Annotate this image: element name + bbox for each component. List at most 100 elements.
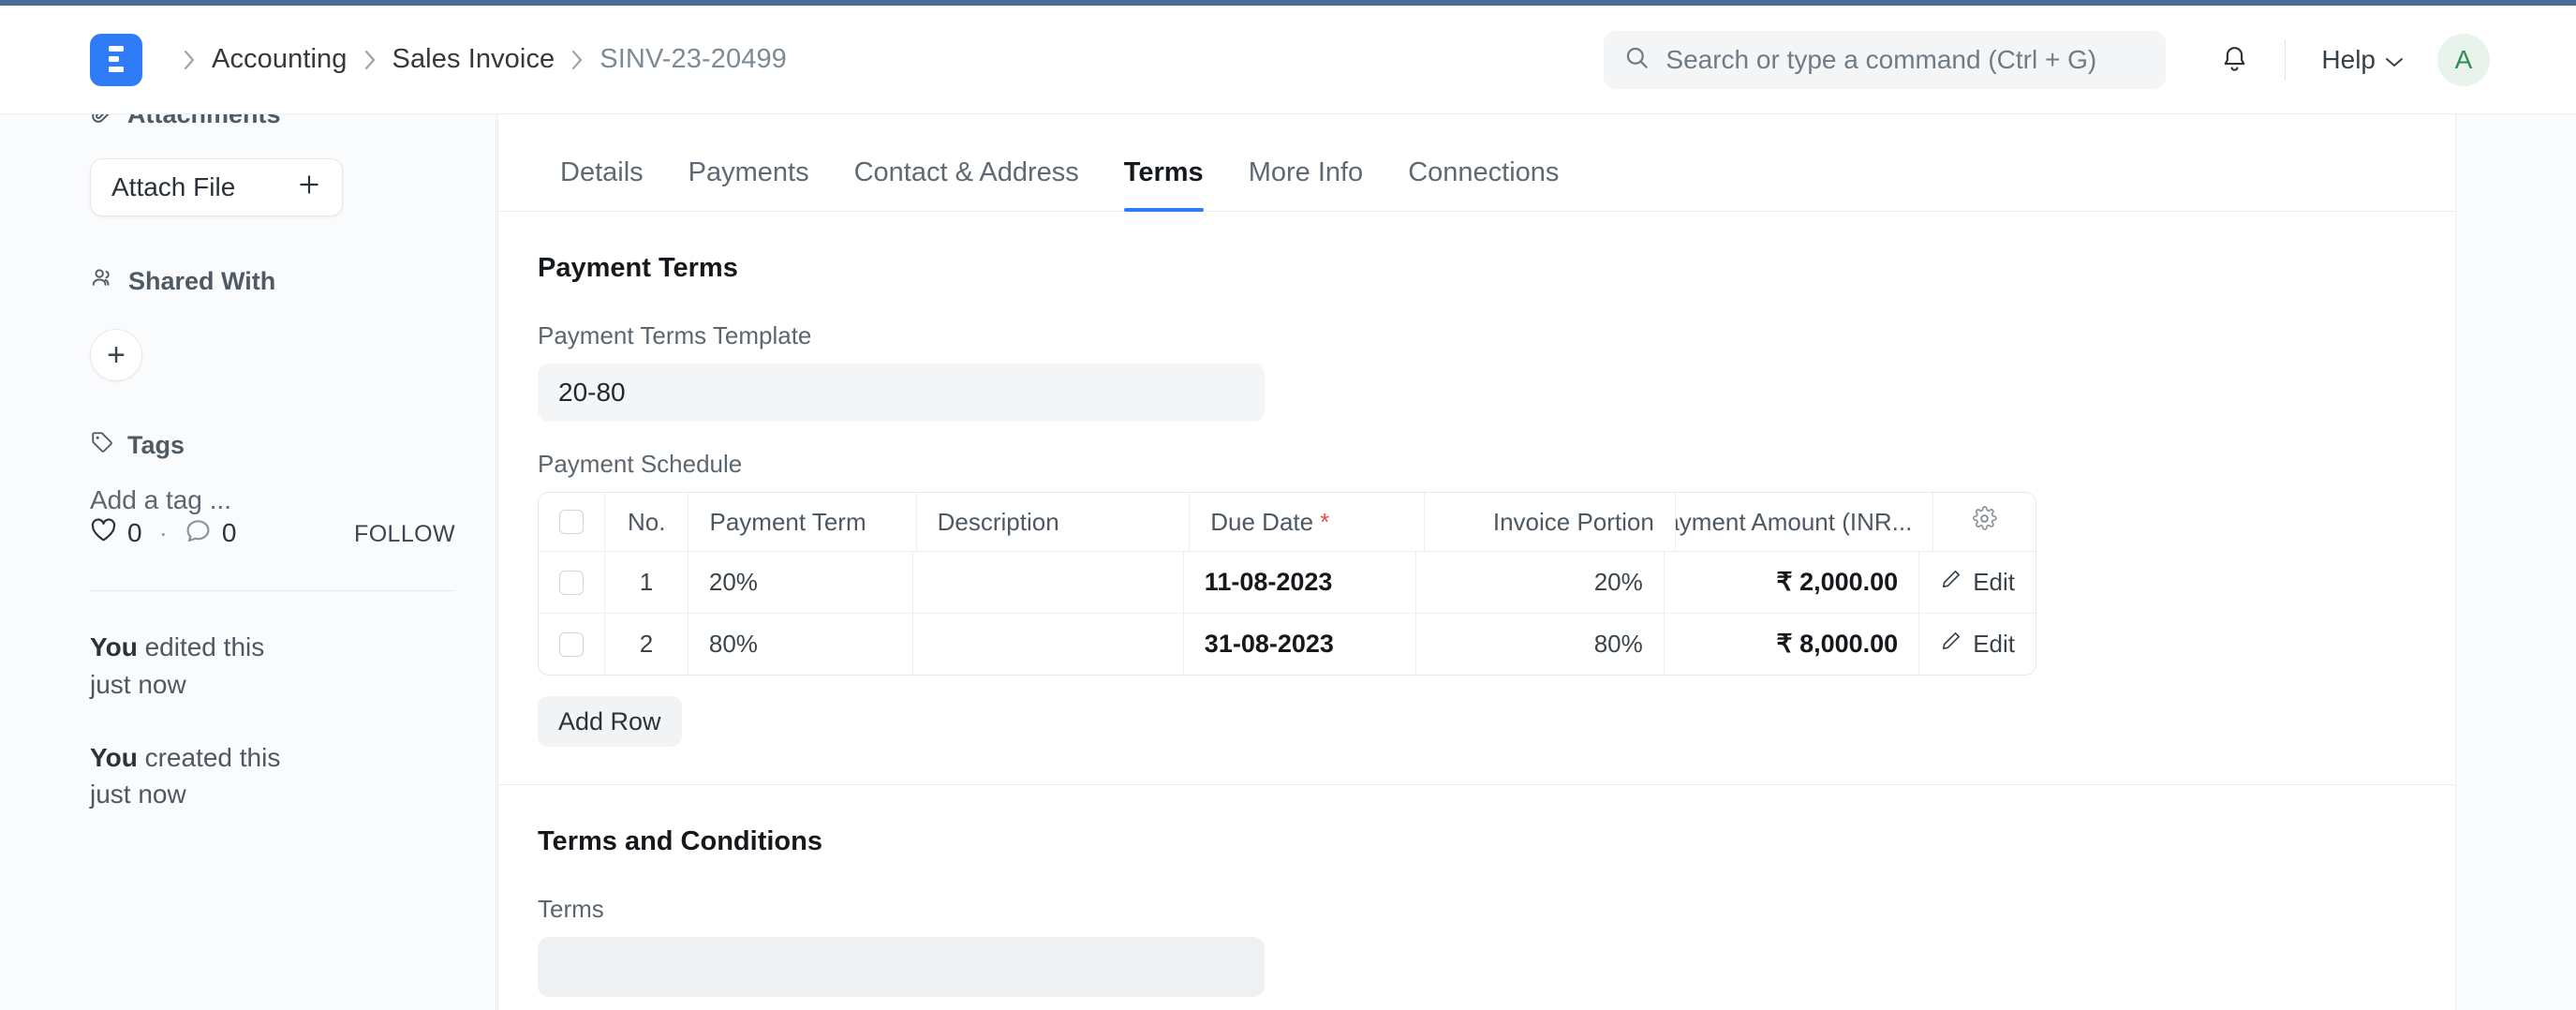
- grid-settings-button[interactable]: [1933, 493, 2036, 551]
- sidebar-section-attachments: Attachments: [90, 114, 406, 130]
- attach-file-label: Attach File: [111, 172, 235, 202]
- add-shared-user-button[interactable]: +: [90, 329, 142, 381]
- tab-connections[interactable]: Connections: [1385, 157, 1581, 211]
- grid-header-row: No. Payment Term Description Due Date * …: [539, 493, 2036, 551]
- sidebar-label-attachments: Attachments: [127, 114, 281, 129]
- pencil-icon: [1940, 630, 1962, 659]
- cell-payment-amount[interactable]: ₹ 2,000.00: [1665, 552, 1919, 613]
- reaction-bar: 0 · 0 FOLLOW: [90, 517, 455, 549]
- required-asterisk-icon: *: [1320, 508, 1329, 537]
- tab-contact-address[interactable]: Contact & Address: [832, 157, 1102, 211]
- label-payment-schedule: Payment Schedule: [538, 450, 2416, 479]
- main-content: Details Payments Contact & Address Terms…: [497, 114, 2576, 1010]
- help-menu[interactable]: Help: [2321, 45, 2404, 75]
- cell-payment-term[interactable]: 80%: [688, 614, 914, 675]
- reaction-separator: ·: [159, 518, 168, 548]
- checkbox-icon[interactable]: [559, 510, 584, 534]
- row-edit-button[interactable]: Edit: [1919, 614, 2036, 675]
- tab-more-info[interactable]: More Info: [1226, 157, 1386, 211]
- search-placeholder: Search or type a command (Ctrl + G): [1666, 45, 2096, 75]
- payment-schedule-grid: No. Payment Term Description Due Date * …: [538, 492, 2036, 676]
- comment-count: 0: [222, 518, 237, 548]
- search-icon: [1624, 45, 1650, 75]
- column-header-invoice-portion: Invoice Portion: [1425, 493, 1675, 551]
- activity-action: created this: [145, 743, 281, 772]
- row-checkbox-cell[interactable]: [539, 614, 605, 675]
- cell-payment-term[interactable]: 20%: [688, 552, 914, 613]
- cell-payment-amount[interactable]: ₹ 8,000.00: [1665, 614, 1919, 675]
- plus-icon: [297, 172, 321, 203]
- table-row[interactable]: 1 20% 11-08-2023 20% ₹ 2,000.00 Edit: [539, 551, 2036, 613]
- add-row-button[interactable]: Add Row: [538, 696, 682, 747]
- chevron-right-icon: [570, 50, 584, 70]
- select-all-cell[interactable]: [539, 493, 605, 551]
- activity-time: just now: [90, 780, 186, 809]
- chevron-right-icon: [183, 50, 196, 70]
- tab-payments[interactable]: Payments: [666, 157, 832, 211]
- payment-terms-template-input[interactable]: 20-80: [538, 364, 1265, 422]
- document-card: Details Payments Contact & Address Terms…: [497, 114, 2456, 1010]
- table-row[interactable]: 2 80% 31-08-2023 80% ₹ 8,000.00 Edit: [539, 613, 2036, 675]
- tab-terms[interactable]: Terms: [1102, 157, 1226, 211]
- gear-icon: [1972, 506, 1997, 538]
- plus-icon: +: [107, 339, 126, 371]
- activity-actor: You: [90, 632, 138, 661]
- payment-terms-template-value: 20-80: [558, 378, 626, 408]
- cell-description[interactable]: [913, 552, 1183, 613]
- users-icon: [90, 265, 115, 297]
- activity-item-edited: You edited this just now: [90, 629, 455, 704]
- column-header-payment-amount: Payment Amount (INR...: [1676, 493, 1933, 551]
- sidebar-meta: 0 · 0 FOLLOW You edited this just now Yo…: [90, 517, 455, 813]
- cell-description[interactable]: [913, 614, 1183, 675]
- sidebar-section-tags: Tags: [90, 430, 406, 461]
- attach-file-button[interactable]: Attach File: [90, 158, 343, 216]
- section-terms-and-conditions: Terms and Conditions Terms: [498, 785, 2455, 1010]
- row-edit-button[interactable]: Edit: [1919, 552, 2036, 613]
- heart-icon[interactable]: [90, 517, 117, 549]
- cell-due-date[interactable]: 31-08-2023: [1184, 614, 1417, 675]
- cell-invoice-portion[interactable]: 80%: [1416, 614, 1664, 675]
- activity-action: edited this: [145, 632, 265, 661]
- navbar: Accounting Sales Invoice SINV-23-20499 S…: [0, 6, 2576, 114]
- sidebar-divider: [90, 590, 455, 591]
- activity-item-created: You created this just now: [90, 739, 455, 814]
- cell-invoice-portion[interactable]: 20%: [1416, 552, 1664, 613]
- cell-no: 1: [605, 552, 688, 613]
- section-title-terms-and-conditions: Terms and Conditions: [538, 826, 2416, 857]
- activity-time: just now: [90, 670, 186, 699]
- cell-due-date[interactable]: 11-08-2023: [1184, 552, 1417, 613]
- navbar-right: Search or type a command (Ctrl + G) Help…: [1604, 6, 2490, 114]
- avatar-initial: A: [2455, 45, 2473, 75]
- pencil-icon: [1940, 568, 1962, 597]
- add-tag-input[interactable]: Add a tag ...: [90, 485, 406, 515]
- avatar[interactable]: A: [2437, 34, 2490, 86]
- search-input[interactable]: Search or type a command (Ctrl + G): [1604, 31, 2166, 89]
- breadcrumb-sales-invoice[interactable]: Sales Invoice: [392, 44, 555, 75]
- erpnext-logo-icon[interactable]: [90, 34, 142, 86]
- row-checkbox-cell[interactable]: [539, 552, 605, 613]
- navbar-divider: [2285, 39, 2286, 81]
- column-header-due-date-label: Due Date: [1210, 508, 1313, 537]
- label-terms: Terms: [538, 895, 2416, 924]
- tab-details[interactable]: Details: [538, 157, 666, 211]
- checkbox-icon[interactable]: [559, 632, 584, 657]
- follow-button[interactable]: FOLLOW: [354, 521, 455, 548]
- navbar-left: Accounting Sales Invoice SINV-23-20499: [0, 34, 787, 86]
- tab-bar: Details Payments Contact & Address Terms…: [498, 114, 2455, 212]
- column-header-payment-term: Payment Term: [688, 493, 916, 551]
- section-payment-terms: Payment Terms Payment Terms Template 20-…: [498, 212, 2455, 785]
- comment-icon[interactable]: [185, 517, 212, 549]
- sidebar: Attachments Attach File Shared With + Ta…: [0, 114, 496, 1010]
- breadcrumb-accounting[interactable]: Accounting: [212, 44, 348, 75]
- terms-textarea[interactable]: [538, 937, 1265, 997]
- column-header-no: No.: [605, 493, 688, 551]
- help-label: Help: [2321, 45, 2376, 75]
- column-header-description: Description: [917, 493, 1191, 551]
- column-header-due-date: Due Date *: [1190, 493, 1425, 551]
- row-edit-label: Edit: [1973, 630, 2015, 659]
- cell-no: 2: [605, 614, 688, 675]
- bell-icon[interactable]: [2220, 45, 2249, 76]
- activity-actor: You: [90, 743, 138, 772]
- checkbox-icon[interactable]: [559, 571, 584, 595]
- label-payment-terms-template: Payment Terms Template: [538, 321, 2416, 350]
